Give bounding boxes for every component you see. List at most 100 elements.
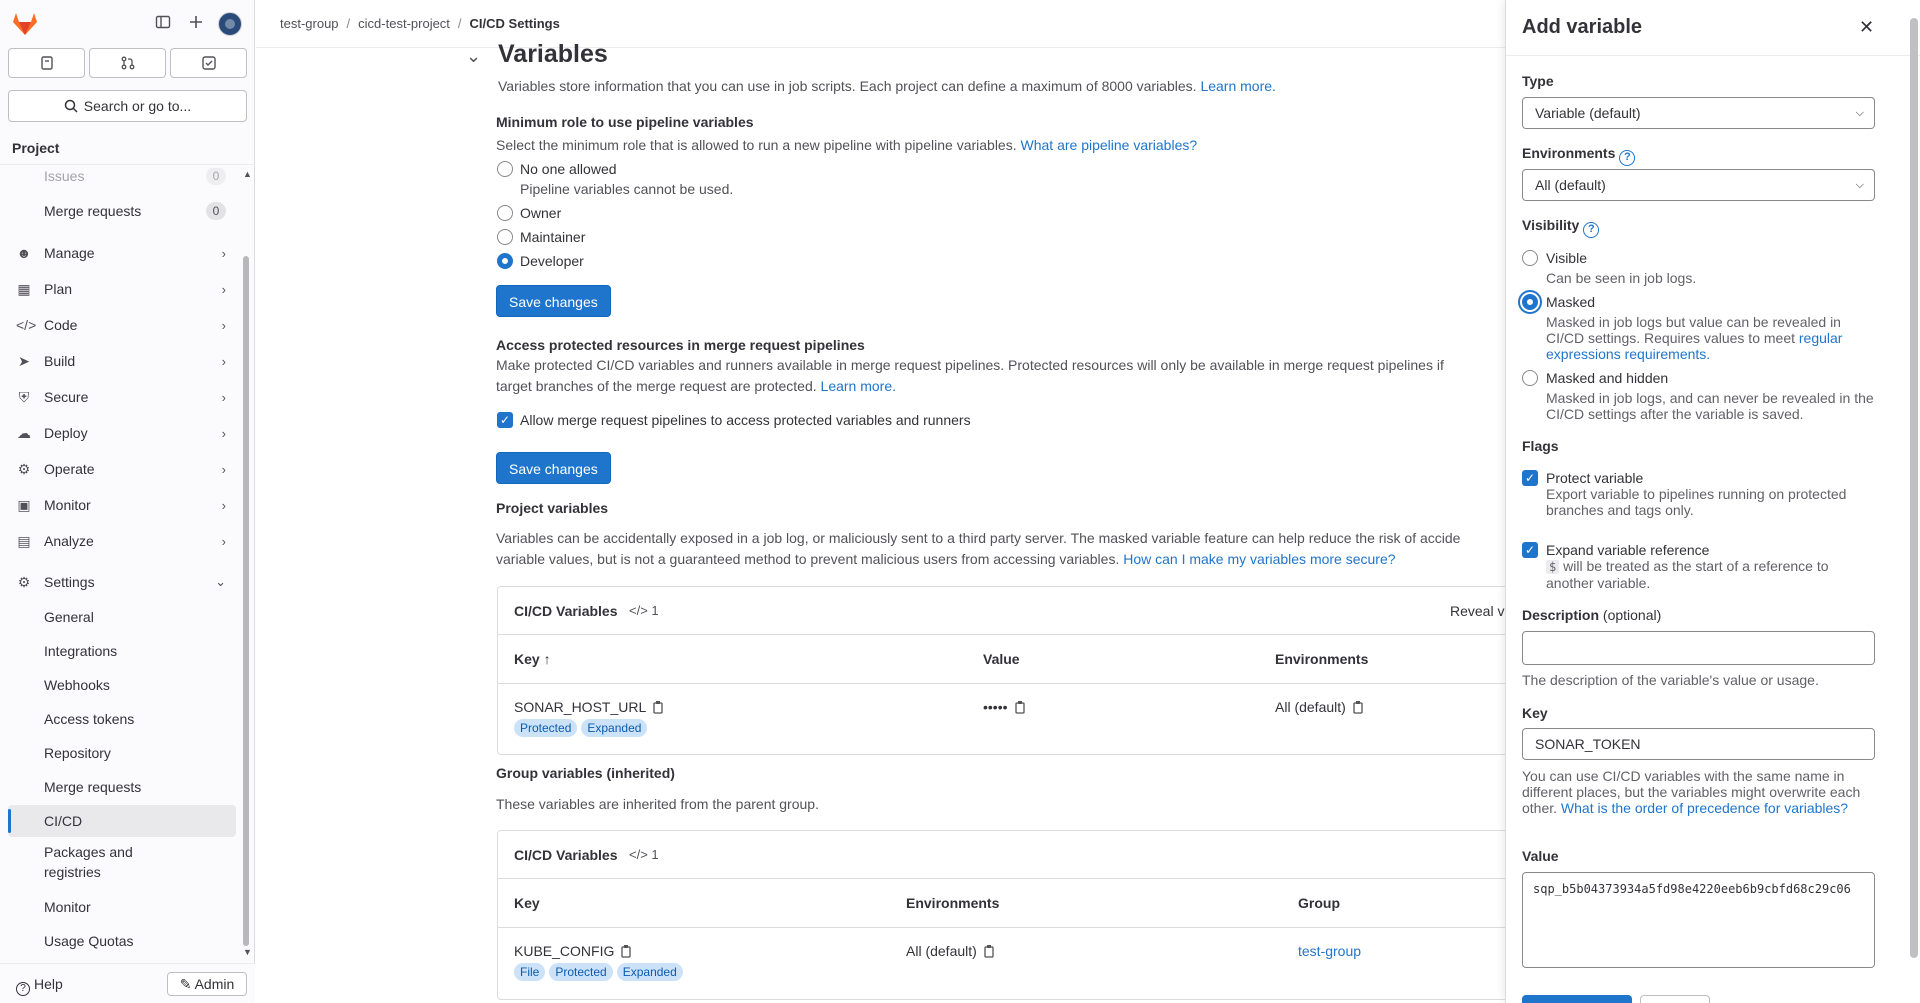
- precedence-link[interactable]: What is the order of precedence for vari…: [1561, 800, 1848, 816]
- radio-visible[interactable]: [1522, 250, 1538, 266]
- expand-variable-checkbox[interactable]: ✓: [1522, 542, 1538, 558]
- sidebar-item-merge-requests[interactable]: Merge requests 0: [8, 195, 236, 227]
- add-variable-button[interactable]: [1522, 995, 1632, 1003]
- sidebar-item-analyze[interactable]: ▤ Analyze ›: [8, 524, 236, 558]
- scroll-up-icon[interactable]: ▲: [243, 169, 252, 179]
- key-input[interactable]: SONAR_TOKEN: [1522, 728, 1875, 760]
- issues-shortcut-button[interactable]: [8, 48, 85, 78]
- pipeline-variables-link[interactable]: What are pipeline variables?: [1021, 137, 1198, 153]
- sidebar-item-operate[interactable]: ⚙ Operate ›: [8, 452, 236, 486]
- monitor-icon: ▣: [17, 497, 31, 513]
- merge-requests-shortcut-button[interactable]: [89, 48, 166, 78]
- group-link[interactable]: test-group: [1298, 943, 1361, 959]
- sidebar-item-deploy[interactable]: ☁ Deploy ›: [8, 416, 236, 450]
- select-value: All (default): [1535, 177, 1606, 193]
- learn-more-link[interactable]: Learn more.: [1200, 78, 1275, 94]
- sidebar-sub-monitor[interactable]: Monitor: [8, 891, 236, 923]
- sidebar-item-plan[interactable]: ▦ Plan ›: [8, 272, 236, 306]
- sidebar-sub-integrations[interactable]: Integrations: [8, 635, 236, 667]
- reveal-values-toggle[interactable]: Reveal v: [1450, 603, 1504, 619]
- env-text: All (default): [1275, 699, 1346, 715]
- question-icon[interactable]: ?: [1619, 150, 1636, 166]
- page-title: Variables: [498, 40, 608, 68]
- chevron-right-icon: ›: [221, 461, 226, 477]
- column-header-key: Key: [514, 895, 540, 911]
- card-title: CI/CD Variables: [514, 603, 618, 619]
- breadcrumb-group[interactable]: test-group: [280, 16, 339, 31]
- avatar[interactable]: [218, 12, 242, 36]
- radio-owner[interactable]: [497, 205, 513, 221]
- sidebar-sub-access-tokens[interactable]: Access tokens: [8, 703, 236, 735]
- radio-masked[interactable]: [1522, 294, 1538, 310]
- environments-select[interactable]: All (default) ⌵: [1522, 169, 1875, 201]
- protect-variable-checkbox[interactable]: ✓: [1522, 470, 1538, 486]
- page-scrollbar[interactable]: [1910, 18, 1918, 958]
- merge-request-icon: [121, 56, 134, 70]
- help-button[interactable]: ? Help: [16, 976, 63, 996]
- sidebar-sub-general[interactable]: General: [8, 601, 236, 633]
- copy-icon[interactable]: [620, 944, 634, 958]
- close-icon[interactable]: ✕: [1859, 17, 1874, 38]
- settings-icon: ⚙: [17, 574, 31, 590]
- copy-icon[interactable]: [983, 944, 997, 958]
- question-icon[interactable]: ?: [1583, 222, 1600, 238]
- save-changes-button[interactable]: Save changes: [496, 285, 611, 317]
- copy-icon[interactable]: [1014, 700, 1028, 714]
- sidebar-sub-webhooks[interactable]: Webhooks: [8, 669, 236, 701]
- shield-icon: ⛨: [18, 389, 30, 405]
- access-desc-text: target branches of the merge request are…: [496, 378, 817, 394]
- cancel-button[interactable]: [1640, 995, 1710, 1003]
- sidebar-item-label: Plan: [44, 281, 73, 297]
- radio-help: Can be seen in job logs.: [1546, 270, 1697, 286]
- admin-label: Admin: [194, 976, 235, 992]
- column-header-key[interactable]: Key ↑: [514, 651, 551, 667]
- environments-label: Environments?: [1522, 145, 1636, 166]
- breadcrumb-current[interactable]: CI/CD Settings: [470, 16, 560, 31]
- radio-no-one-allowed[interactable]: [497, 161, 513, 177]
- copy-icon[interactable]: [1352, 700, 1366, 714]
- type-select[interactable]: Variable (default) ⌵: [1522, 97, 1875, 129]
- sidebar-item-code[interactable]: </> Code ›: [8, 308, 236, 342]
- sidebar-item-monitor[interactable]: ▣ Monitor ›: [8, 488, 236, 522]
- sidebar-item-issues[interactable]: Issues 0: [8, 168, 236, 192]
- column-header-group: Group: [1298, 895, 1340, 911]
- sidebar-sub-packages[interactable]: Packages and registries: [8, 841, 158, 883]
- description-input[interactable]: [1522, 631, 1875, 665]
- key-text: SONAR_HOST_URL: [514, 699, 647, 715]
- sidebar-item-settings[interactable]: ⚙ Settings ⌄: [8, 565, 236, 599]
- create-new-icon[interactable]: [187, 14, 205, 32]
- copy-icon[interactable]: [652, 700, 666, 714]
- search-icon: [64, 99, 78, 113]
- sidebar-sub-merge-requests[interactable]: Merge requests: [8, 771, 236, 803]
- learn-more-link[interactable]: Learn more.: [821, 378, 896, 394]
- sidebar-sub-repository[interactable]: Repository: [8, 737, 236, 769]
- radio-masked-and-hidden[interactable]: [1522, 370, 1538, 386]
- sidebar-item-manage[interactable]: ☻ Manage ›: [8, 236, 236, 270]
- radio-help: Masked in job logs but value can be reve…: [1546, 314, 1876, 362]
- chevron-right-icon: ›: [221, 497, 226, 513]
- checkbox-help: $ will be treated as the start of a refe…: [1546, 558, 1876, 591]
- scroll-down-icon[interactable]: ▼: [243, 947, 252, 957]
- sidebar-sub-usage-quotas[interactable]: Usage Quotas: [8, 925, 236, 957]
- radio-developer[interactable]: [497, 253, 513, 269]
- gitlab-logo-icon[interactable]: [12, 12, 38, 36]
- description-label: Description (optional): [1522, 607, 1661, 623]
- sidebar-item-build[interactable]: ➤ Build ›: [8, 344, 236, 378]
- radio-maintainer[interactable]: [497, 229, 513, 245]
- secure-variables-link[interactable]: How can I make my variables more secure?: [1123, 551, 1395, 567]
- collapse-chevron-icon[interactable]: ⌄: [466, 46, 481, 67]
- sidebar-item-secure[interactable]: ⛨ Secure ›: [8, 380, 236, 414]
- sidebar-scrollbar[interactable]: [243, 256, 249, 946]
- breadcrumb-project[interactable]: cicd-test-project: [358, 16, 450, 31]
- users-icon: ☻: [16, 245, 32, 261]
- admin-button[interactable]: ✎ Admin: [167, 972, 247, 996]
- value-textarea[interactable]: sqp_b5b04373934a5fd98e4220eeb6b9cbfd68c2…: [1522, 872, 1875, 968]
- allow-protected-checkbox[interactable]: ✓: [497, 412, 513, 428]
- todo-shortcut-button[interactable]: [170, 48, 247, 78]
- sidebar-sub-cicd[interactable]: CI/CD: [8, 805, 236, 837]
- search-button[interactable]: Search or go to...: [8, 90, 247, 122]
- save-changes-button-2[interactable]: Save changes: [496, 452, 611, 484]
- sidebar-top: [0, 0, 255, 48]
- dollar-code: $: [1546, 560, 1560, 574]
- sidebar-toggle-icon[interactable]: [154, 14, 172, 32]
